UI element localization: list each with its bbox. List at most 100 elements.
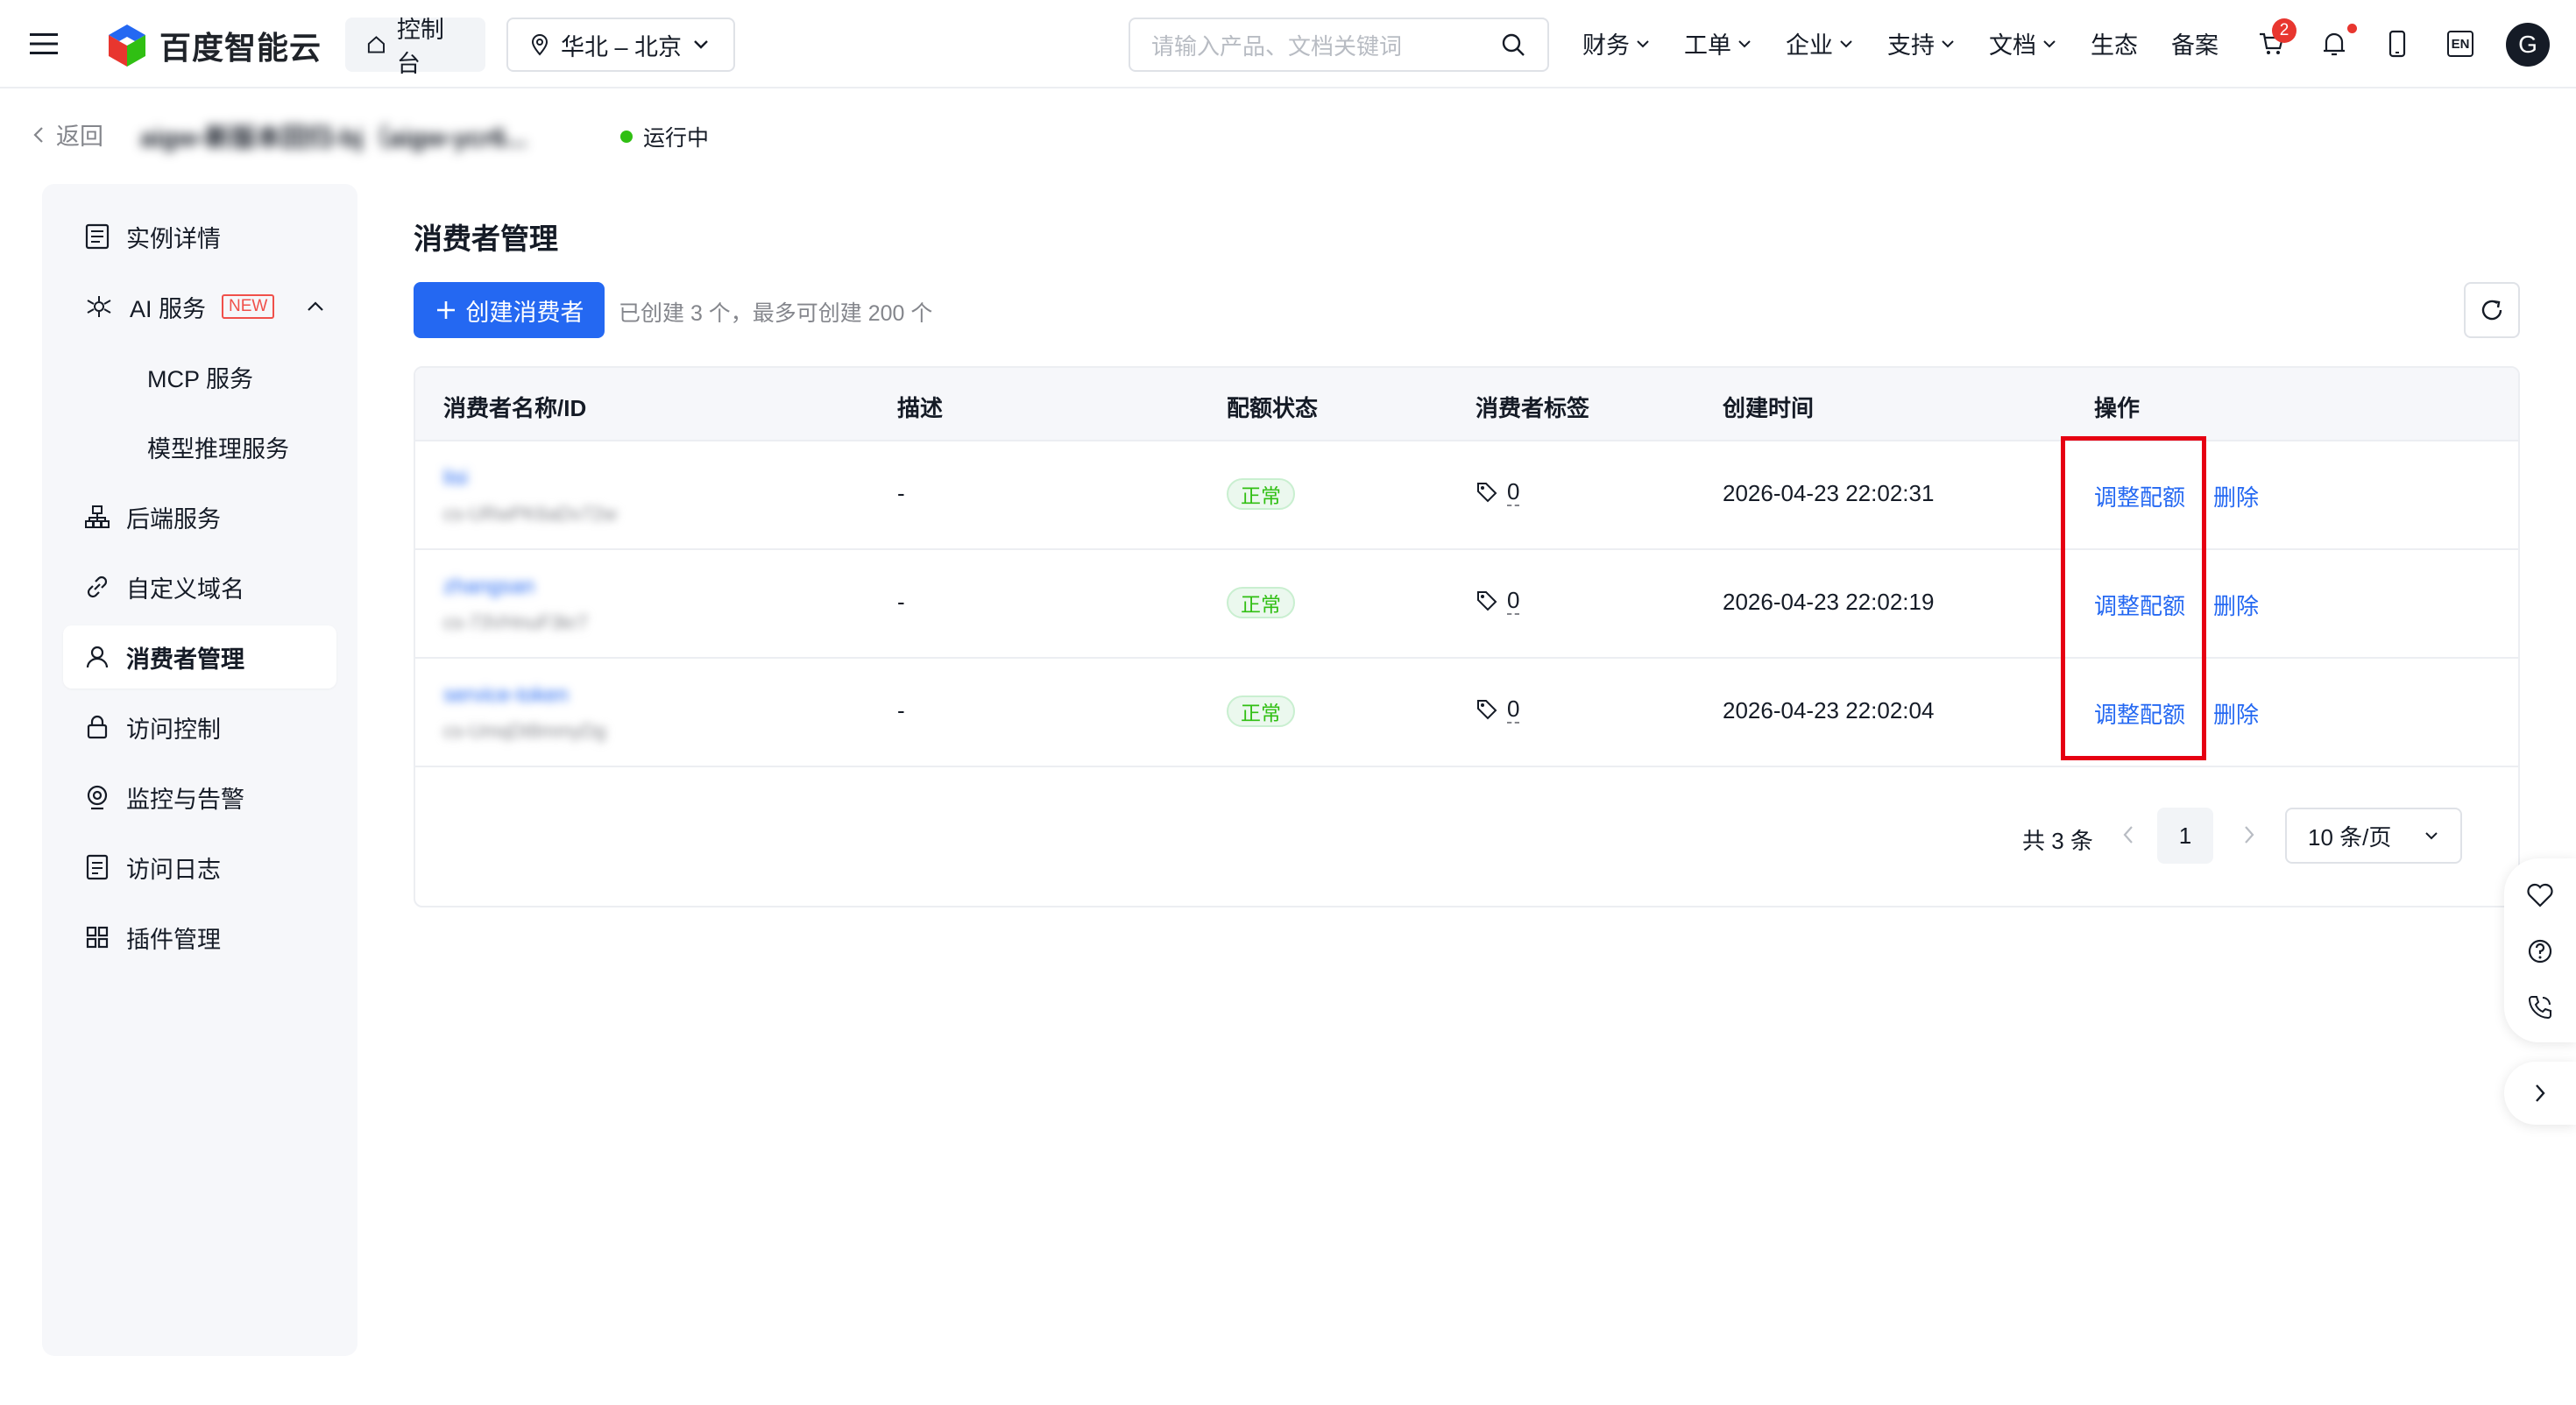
consumer-description: - [897, 480, 905, 506]
collapse-toolbar-button[interactable] [2504, 1062, 2576, 1125]
tag-icon [1477, 700, 1497, 720]
lock-icon [87, 715, 108, 739]
chevron-down-icon [1840, 39, 1852, 47]
chevron-down-icon [2043, 39, 2056, 47]
hierarchy-icon [85, 505, 110, 528]
consumer-tags[interactable]: 0 [1476, 478, 1520, 506]
console-button[interactable]: 控制台 [345, 17, 485, 77]
consumer-id: cs-UmqDt8mmyDg [443, 720, 606, 742]
log-icon [86, 854, 109, 880]
consumer-description: - [897, 697, 905, 724]
help-icon[interactable] [2523, 934, 2558, 969]
top-bar: 百度智能云 控制台 华北 – 北京 请输入产品、文档关键词 财务 工单 企业 支… [0, 0, 2576, 88]
instance-status: 运行中 [620, 121, 709, 152]
next-page-icon[interactable] [2241, 823, 2257, 846]
delete-link[interactable]: 删除 [2213, 480, 2259, 512]
column-header-created-time: 创建时间 [1723, 395, 1815, 421]
created-time: 2026-04-23 22:02:04 [1723, 697, 1935, 724]
chevron-down-icon [694, 40, 708, 49]
column-header-actions: 操作 [2094, 395, 2141, 421]
language-switch[interactable]: EN [2443, 26, 2478, 61]
plus-icon [436, 301, 455, 319]
consumer-description: - [897, 589, 905, 615]
create-consumer-button[interactable]: 创建消费者 [414, 282, 605, 338]
search-icon[interactable] [1500, 32, 1526, 58]
table-header: 消费者名称/ID 描述 配额状态 消费者标签 创建时间 操作 [415, 368, 2518, 441]
column-header-quota-status: 配额状态 [1227, 395, 1319, 421]
sidebar-item-access-log[interactable]: 访问日志 [63, 836, 336, 899]
user-icon [86, 646, 109, 668]
tag-icon [1477, 591, 1497, 611]
nav-enterprise[interactable]: 企业 [1786, 26, 1854, 60]
avatar[interactable]: G [2506, 23, 2550, 67]
sidebar-item-backend-service[interactable]: 后端服务 [63, 485, 336, 548]
column-header-tags: 消费者标签 [1476, 395, 1590, 421]
quota-hint: 已创建 3 个，最多可创建 200 个 [619, 301, 933, 326]
nav-filing[interactable]: 备案 [2171, 26, 2219, 60]
grid-icon [86, 926, 109, 949]
brand-logo[interactable]: 百度智能云 [105, 23, 322, 68]
chevron-up-icon[interactable] [306, 300, 325, 313]
nav-ecosystem[interactable]: 生态 [2091, 26, 2138, 60]
annotation-highlight-box [2061, 436, 2206, 760]
mobile-icon[interactable] [2380, 26, 2415, 61]
sidebar: 实例详情 AI 服务 NEW MCP 服务 模型推理服务 后端服务 自定义域名 … [42, 184, 357, 1356]
ai-icon [87, 296, 111, 317]
created-time: 2026-04-23 22:02:19 [1723, 589, 1935, 615]
refresh-icon [2481, 300, 2502, 321]
pagination-total: 共 3 条 [2022, 828, 2093, 854]
chevron-down-icon [1637, 39, 1649, 47]
prev-page-icon[interactable] [2120, 823, 2136, 846]
sidebar-item-consumer-management[interactable]: 消费者管理 [63, 625, 336, 688]
sidebar-item-monitoring[interactable]: 监控与告警 [63, 766, 336, 829]
menu-icon[interactable] [30, 32, 58, 56]
column-header-name: 消费者名称/ID [443, 395, 587, 421]
home-icon [367, 36, 385, 53]
brand-name: 百度智能云 [159, 30, 322, 66]
chevron-left-icon [33, 126, 43, 143]
nav-support[interactable]: 支持 [1887, 26, 1956, 60]
monitor-icon [87, 785, 108, 810]
consumer-name-link[interactable]: zhangsan [443, 575, 534, 599]
chevron-down-icon [1738, 39, 1751, 47]
page-size-select[interactable]: 10 条/页 [2285, 808, 2462, 864]
new-badge: NEW [222, 294, 275, 319]
sidebar-item-mcp-service[interactable]: MCP 服务 [63, 345, 336, 408]
sidebar-item-custom-domain[interactable]: 自定义域名 [63, 555, 336, 618]
link-icon [87, 575, 108, 598]
consumer-name-link[interactable]: service-token [443, 683, 569, 708]
nav-finance[interactable]: 财务 [1582, 26, 1651, 60]
nav-ticket[interactable]: 工单 [1684, 26, 1752, 60]
consumer-tags[interactable]: 0 [1476, 587, 1520, 615]
cart-badge: 2 [2272, 18, 2296, 43]
back-button[interactable]: 返回 [32, 117, 103, 152]
page-number-current[interactable]: 1 [2157, 808, 2213, 864]
chevron-right-icon [2536, 1084, 2545, 1102]
consumer-tags[interactable]: 0 [1476, 695, 1520, 724]
status-badge: 正常 [1227, 478, 1295, 510]
location-icon [531, 34, 548, 56]
consumer-name-link[interactable]: lisi [443, 466, 468, 491]
sidebar-item-ai-service[interactable]: AI 服务 NEW [63, 275, 336, 338]
delete-link[interactable]: 删除 [2213, 589, 2259, 621]
sidebar-item-access-control[interactable]: 访问控制 [63, 695, 336, 759]
sidebar-item-instance-detail[interactable]: 实例详情 [63, 205, 336, 268]
delete-link[interactable]: 删除 [2213, 697, 2259, 730]
consumer-id: cs-URwPK6aDv72w [443, 503, 618, 525]
consumer-id: cs-73VHnuF3kr7 [443, 611, 589, 633]
region-select[interactable]: 华北 – 北京 [506, 18, 735, 72]
search-input[interactable]: 请输入产品、文档关键词 [1129, 18, 1549, 72]
sidebar-item-plugin-management[interactable]: 插件管理 [63, 906, 336, 969]
status-badge: 正常 [1227, 695, 1295, 727]
sidebar-item-model-inference[interactable]: 模型推理服务 [63, 415, 336, 478]
bell-icon[interactable] [2317, 26, 2352, 61]
nav-docs[interactable]: 文档 [1989, 26, 2057, 60]
column-header-description: 描述 [897, 395, 944, 421]
chevron-down-icon [2425, 832, 2438, 840]
phone-icon[interactable] [2523, 990, 2558, 1025]
tag-icon [1477, 483, 1497, 503]
cloud-logo-icon [109, 25, 145, 67]
favorite-icon[interactable] [2523, 878, 2558, 913]
refresh-button[interactable] [2464, 282, 2520, 338]
created-time: 2026-04-23 22:02:31 [1723, 480, 1935, 506]
